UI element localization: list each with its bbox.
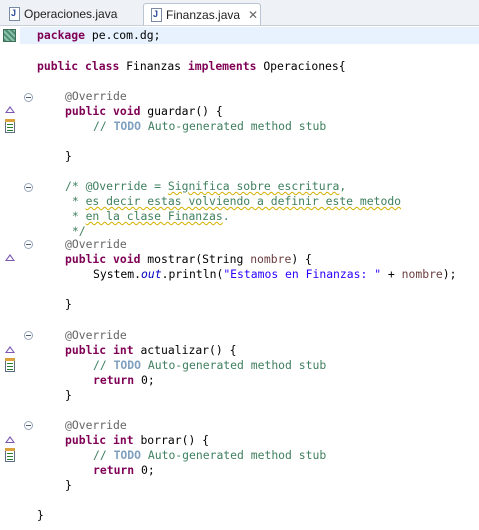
- code-line-comment[interactable]: * en la clase Finanzas.: [65, 209, 230, 224]
- code-line-todo[interactable]: // TODO Auto-generated method stub: [93, 119, 326, 134]
- java-file-icon: J: [8, 6, 20, 21]
- override-marker-icon[interactable]: [5, 106, 15, 113]
- editor-tab-bar: J Operaciones.java J Finanzas.java ✕: [0, 0, 479, 26]
- code-line-annotation[interactable]: @Override: [65, 418, 127, 433]
- fold-collapse-icon[interactable]: [24, 240, 33, 249]
- code-line-borrar[interactable]: public int borrar() {: [65, 433, 209, 448]
- code-line-brace[interactable]: }: [65, 297, 72, 312]
- task-marker-icon[interactable]: [5, 448, 15, 462]
- code-line-annotation[interactable]: @Override: [65, 237, 127, 252]
- code-line-return[interactable]: return 0;: [93, 373, 155, 388]
- code-line-annotation[interactable]: @Override: [65, 328, 127, 343]
- code-line-comment[interactable]: * es decir estas volviendo a definir est…: [65, 194, 401, 209]
- tab-operaciones[interactable]: J Operaciones.java: [2, 3, 140, 24]
- package-marker-icon: [3, 29, 16, 42]
- tab-finanzas[interactable]: J Finanzas.java ✕: [143, 3, 261, 25]
- code-line-brace[interactable]: }: [65, 478, 72, 493]
- code-line-todo[interactable]: // TODO Auto-generated method stub: [93, 448, 326, 463]
- code-line-brace[interactable]: }: [65, 388, 72, 403]
- code-line-annotation[interactable]: @Override: [65, 89, 127, 104]
- fold-collapse-icon[interactable]: [24, 183, 33, 192]
- override-marker-icon[interactable]: [5, 346, 15, 353]
- code-line-brace[interactable]: }: [65, 149, 72, 164]
- code-line-println[interactable]: System.out.println("Estamos en Finanzas:…: [93, 267, 457, 282]
- override-marker-icon[interactable]: [5, 254, 15, 261]
- code-line-mostrar[interactable]: public void mostrar(String nombre) {: [65, 252, 312, 267]
- tab-label: Finanzas.java: [166, 7, 241, 22]
- override-marker-icon[interactable]: [5, 436, 15, 443]
- tab-label: Operaciones.java: [24, 6, 118, 21]
- code-line-actualizar[interactable]: public int actualizar() {: [65, 343, 236, 358]
- code-line-class-close[interactable]: }: [37, 508, 44, 523]
- code-line-comment[interactable]: /* @Override = Significa sobre escritura…: [65, 179, 346, 194]
- fold-collapse-icon[interactable]: [24, 331, 33, 340]
- task-marker-icon[interactable]: [5, 358, 15, 372]
- code-line-todo[interactable]: // TODO Auto-generated method stub: [93, 358, 326, 373]
- code-line-class[interactable]: public class Finanzas implements Operaci…: [37, 59, 346, 74]
- close-icon[interactable]: ✕: [248, 8, 258, 22]
- fold-collapse-icon[interactable]: [24, 93, 33, 102]
- java-file-icon: J: [150, 7, 162, 22]
- code-line-return[interactable]: return 0;: [93, 463, 155, 478]
- code-line-guardar[interactable]: public void guardar() {: [65, 104, 223, 119]
- code-line-package[interactable]: package pe.com.dg;: [37, 28, 160, 43]
- fold-collapse-icon[interactable]: [24, 421, 33, 430]
- task-marker-icon[interactable]: [5, 119, 15, 133]
